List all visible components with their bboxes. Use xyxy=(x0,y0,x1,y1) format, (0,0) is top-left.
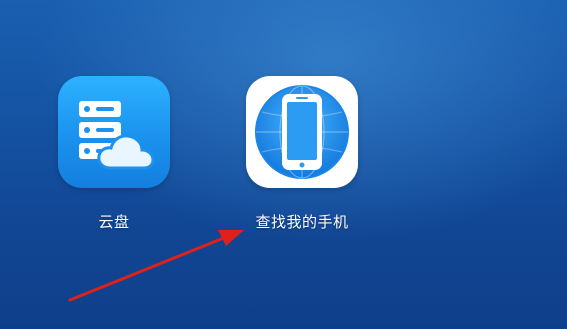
cloud-storage-icon[interactable] xyxy=(58,76,170,188)
find-my-phone-icon[interactable] xyxy=(246,76,358,188)
desktop: 云盘 查找我的手机 xyxy=(0,0,567,329)
app-find-my-phone[interactable]: 查找我的手机 xyxy=(246,76,358,236)
app-label-find-my-phone: 查找我的手机 xyxy=(255,213,349,231)
app-cloud-drive[interactable]: 云盘 xyxy=(58,76,170,236)
app-label-cloud-drive: 云盘 xyxy=(98,213,130,231)
